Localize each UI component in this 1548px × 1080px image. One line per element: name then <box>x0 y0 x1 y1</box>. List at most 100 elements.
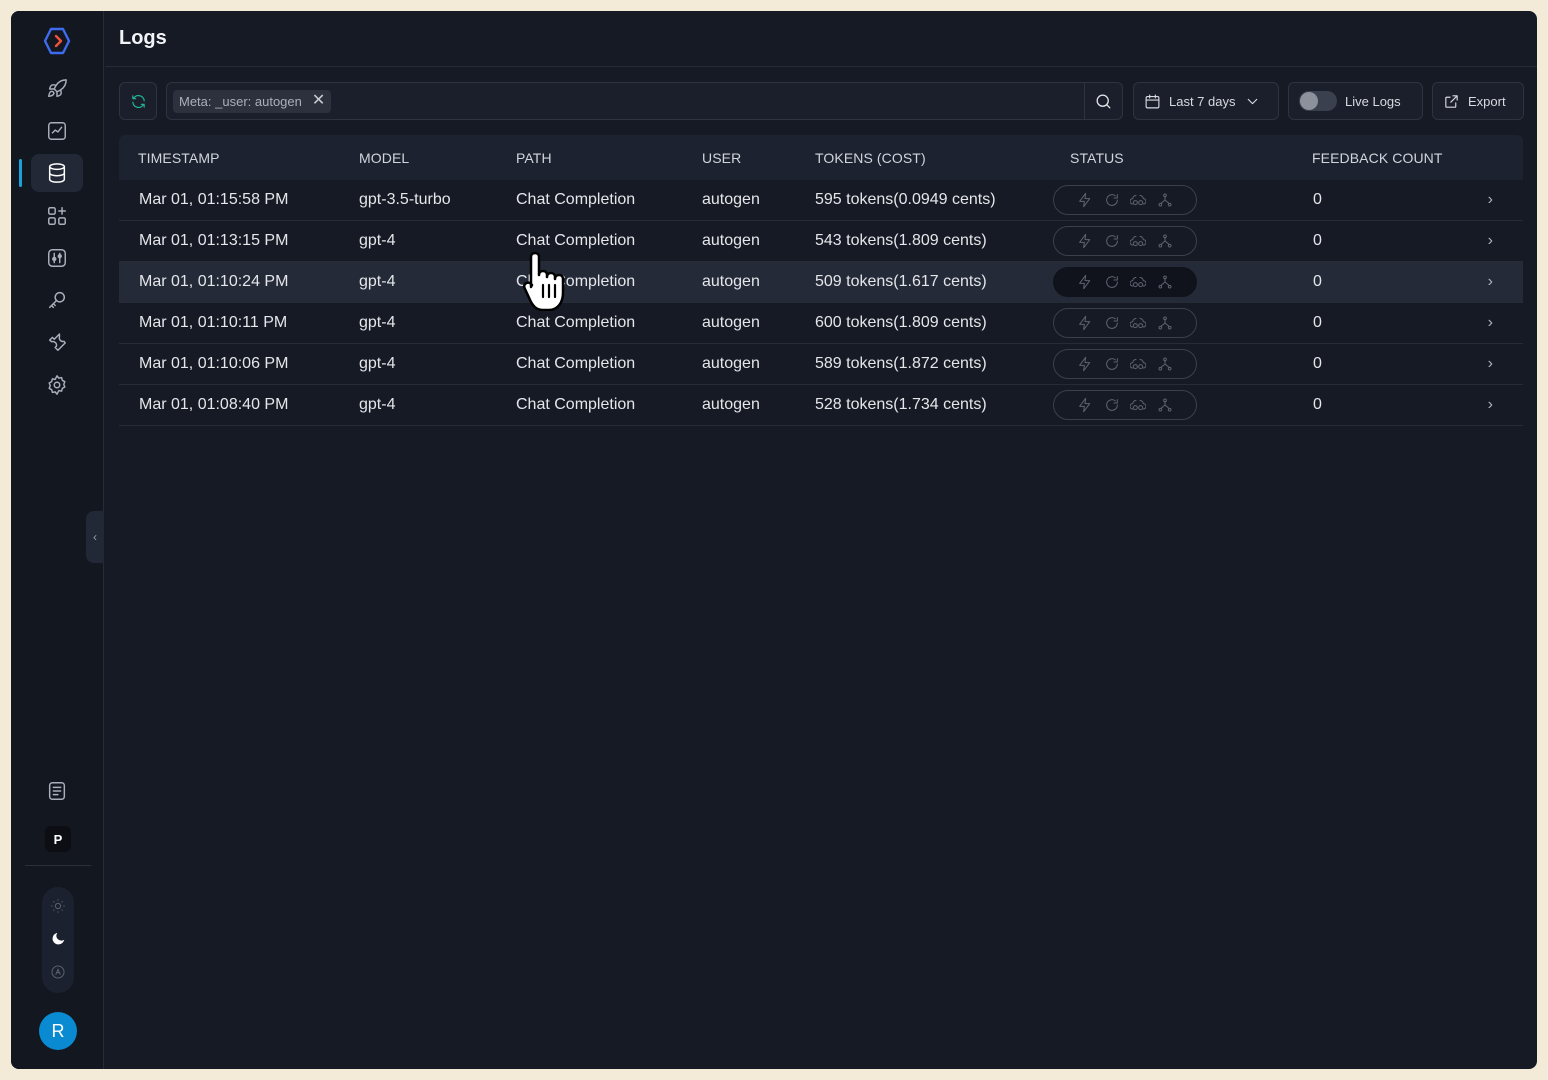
user-avatar[interactable]: R <box>39 1012 77 1050</box>
live-logs-label: Live Logs <box>1345 93 1401 109</box>
timestamp-cell: Mar 01, 01:10:24 PM <box>139 273 289 290</box>
table-row[interactable]: Mar 01, 01:10:06 PM gpt-4 Chat Completio… <box>119 344 1523 385</box>
column-header: MODEL <box>359 149 410 166</box>
timestamp-cell: Mar 01, 01:15:58 PM <box>139 191 289 208</box>
tokens-cell: 600 tokens(1.809 cents) <box>815 314 987 331</box>
chevron-right-icon[interactable]: › <box>1488 232 1493 250</box>
sidebar-item-api-keys[interactable] <box>31 281 83 319</box>
path-cell: Chat Completion <box>516 314 636 331</box>
sidebar-item-logs[interactable] <box>31 154 83 192</box>
retry-icon <box>1105 399 1118 411</box>
model-cell: gpt-4 <box>359 232 396 249</box>
sliders-icon <box>48 249 66 267</box>
feedback-count-cell: 0 <box>1313 273 1322 290</box>
status-pill <box>1053 185 1197 215</box>
chevron-left-icon: ‹ <box>93 530 97 544</box>
status-pill <box>1053 349 1197 379</box>
cache-icon <box>1130 276 1147 288</box>
bolt-icon <box>1078 356 1090 372</box>
table-row[interactable]: Mar 01, 01:15:58 PM gpt-3.5-turbo Chat C… <box>119 180 1523 221</box>
user-cell: autogen <box>702 314 760 331</box>
database-icon <box>48 163 66 183</box>
theme-light-button[interactable] <box>46 894 70 918</box>
app-window: P R ‹ Logs Meta: _user: autogen ✕ Last 7… <box>11 11 1537 1069</box>
sidebar-divider <box>25 865 91 866</box>
cache-icon <box>1130 358 1147 370</box>
cache-icon <box>1130 235 1147 247</box>
fallback-icon <box>1158 316 1172 330</box>
table-row[interactable]: Mar 01, 01:08:40 PM gpt-4 Chat Completio… <box>119 385 1523 426</box>
retry-icon <box>1105 194 1118 206</box>
status-pill <box>1053 267 1197 297</box>
path-cell: Chat Completion <box>516 355 636 372</box>
tokens-cell: 543 tokens(1.809 cents) <box>815 232 987 249</box>
path-cell: Chat Completion <box>516 191 636 208</box>
chevron-right-icon[interactable]: › <box>1488 396 1493 414</box>
sidebar-item-prompts[interactable] <box>31 70 83 108</box>
page-title: Logs <box>119 27 167 49</box>
path-cell: Chat Completion <box>516 396 636 413</box>
path-cell: Chat Completion <box>516 273 636 290</box>
column-header: FEEDBACK COUNT <box>1312 149 1443 166</box>
tokens-cell: 528 tokens(1.734 cents) <box>815 396 987 413</box>
apps-add-icon <box>48 207 66 225</box>
refresh-button[interactable] <box>119 82 157 120</box>
sidebar-item-analytics[interactable] <box>31 112 83 150</box>
tokens-cell: 595 tokens(0.0949 cents) <box>815 191 996 208</box>
fallback-icon <box>1158 234 1172 248</box>
page-header: Logs <box>105 11 1537 67</box>
fallback-icon <box>1158 398 1172 412</box>
table-row[interactable]: Mar 01, 01:10:11 PM gpt-4 Chat Completio… <box>119 303 1523 344</box>
retry-icon <box>1105 235 1118 247</box>
feedback-count-cell: 0 <box>1313 314 1322 331</box>
search-button[interactable] <box>1084 83 1122 119</box>
sidebar-collapse-button[interactable]: ‹ <box>86 511 104 563</box>
cache-icon <box>1130 317 1147 329</box>
chevron-right-icon[interactable]: › <box>1488 191 1493 209</box>
user-cell: autogen <box>702 273 760 290</box>
table-header: TIMESTAMP MODEL PATH USER TOKENS (COST) … <box>119 135 1523 180</box>
close-icon[interactable]: ✕ <box>312 93 325 109</box>
model-cell: gpt-4 <box>359 273 396 290</box>
feedback-count-cell: 0 <box>1313 396 1322 413</box>
column-header: TOKENS (COST) <box>815 149 926 166</box>
timestamp-cell: Mar 01, 01:10:06 PM <box>139 355 289 372</box>
analytics-icon <box>48 122 66 140</box>
workspace-switcher[interactable]: P <box>45 826 71 852</box>
filter-chip[interactable]: Meta: _user: autogen ✕ <box>173 89 332 113</box>
bolt-icon <box>1078 192 1090 208</box>
model-cell: gpt-4 <box>359 314 396 331</box>
chevron-right-icon[interactable]: › <box>1488 314 1493 332</box>
bolt-icon <box>1078 315 1090 331</box>
theme-dark-button[interactable] <box>46 927 70 951</box>
cache-icon <box>1130 399 1147 411</box>
refresh-icon <box>131 94 145 108</box>
chevron-down-icon <box>1247 98 1257 104</box>
path-cell: Chat Completion <box>516 232 636 249</box>
bolt-icon <box>1078 233 1090 249</box>
sidebar-item-settings[interactable] <box>31 366 83 404</box>
search-filter-input[interactable]: Meta: _user: autogen ✕ <box>166 82 1123 120</box>
sidebar-item-docs[interactable] <box>31 772 83 810</box>
sidebar-item-integrations[interactable] <box>31 197 83 235</box>
date-range-select[interactable]: Last 7 days <box>1133 82 1279 120</box>
chevron-right-icon[interactable]: › <box>1488 355 1493 373</box>
app-logo-icon[interactable] <box>41 25 73 57</box>
chevron-right-icon[interactable]: › <box>1488 273 1493 291</box>
feedback-count-cell: 0 <box>1313 191 1322 208</box>
bolt-icon <box>1078 274 1090 290</box>
fallback-icon <box>1158 193 1172 207</box>
toggle-switch[interactable] <box>1299 91 1337 111</box>
table-row[interactable]: Mar 01, 01:10:24 PM gpt-4 Chat Completio… <box>119 262 1523 303</box>
live-logs-toggle[interactable]: Live Logs <box>1288 82 1423 120</box>
table-row[interactable]: Mar 01, 01:13:15 PM gpt-4 Chat Completio… <box>119 221 1523 262</box>
filter-chip-label: Meta: _user: autogen <box>179 93 302 109</box>
theme-auto-button[interactable] <box>46 960 70 984</box>
sidebar-item-tools[interactable] <box>31 323 83 361</box>
export-label: Export <box>1468 93 1506 109</box>
column-header: TIMESTAMP <box>138 149 220 166</box>
sidebar-item-configs[interactable] <box>31 239 83 277</box>
key-icon <box>48 291 66 309</box>
export-button[interactable]: Export <box>1432 82 1524 120</box>
column-header: STATUS <box>1070 149 1124 166</box>
